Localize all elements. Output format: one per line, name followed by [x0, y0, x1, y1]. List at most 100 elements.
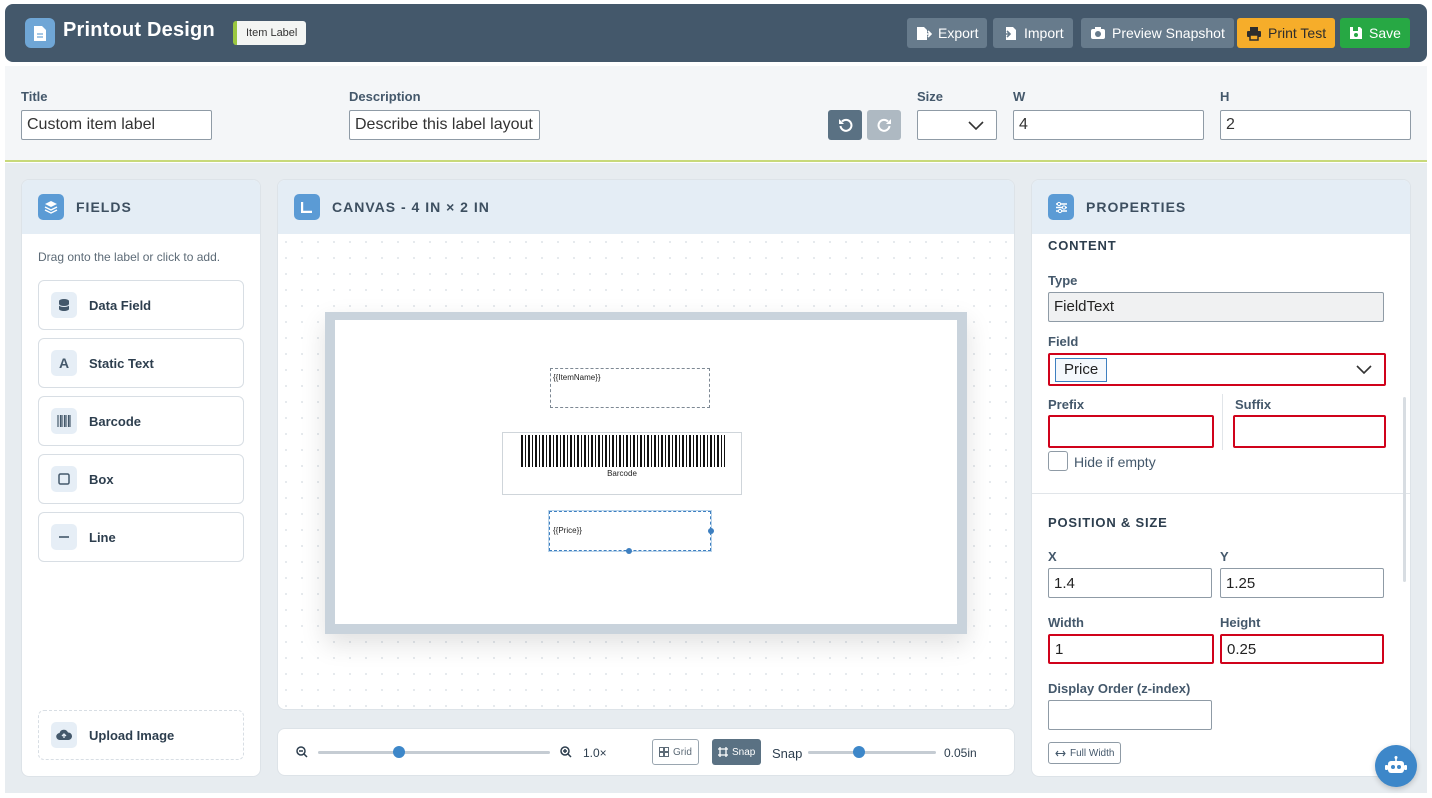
redo-icon	[877, 118, 891, 132]
label-settings-bar: Title Description Size W H	[5, 66, 1427, 162]
undo-button[interactable]	[828, 110, 862, 140]
prefix-label: Prefix	[1048, 397, 1085, 412]
field-item-barcode[interactable]: Barcode	[38, 396, 244, 446]
hide-if-empty-checkbox[interactable]	[1048, 451, 1068, 471]
properties-scrollbar[interactable]	[1403, 397, 1406, 582]
label-width-input[interactable]	[1013, 110, 1204, 140]
z-index-label: Display Order (z-index)	[1048, 681, 1191, 696]
content-section-title: CONTENT	[1048, 238, 1117, 253]
field-item-data-field[interactable]: Data Field	[38, 280, 244, 330]
canvas-element-price[interactable]: {{Price}}	[549, 511, 714, 554]
export-icon	[917, 26, 932, 40]
snap-toggle-label: Snap	[732, 746, 756, 758]
export-label: Export	[938, 25, 979, 41]
field-item-label: Static Text	[89, 355, 154, 371]
barcode-bars	[521, 435, 725, 467]
import-button[interactable]: Import	[993, 18, 1073, 48]
print-test-label: Print Test	[1268, 25, 1327, 41]
print-test-button[interactable]: Print Test	[1237, 18, 1336, 48]
suffix-input[interactable]	[1233, 415, 1386, 448]
canvas-panel-title: CANVAS - 4 IN × 2 IN	[332, 199, 490, 215]
full-width-button[interactable]: Full Width	[1048, 742, 1122, 764]
database-icon	[51, 292, 77, 318]
sliders-icon	[1048, 194, 1074, 220]
workspace: FIELDS Drag onto the label or click to a…	[5, 163, 1427, 793]
field-select[interactable]: Price	[1048, 353, 1386, 386]
fields-panel: FIELDS Drag onto the label or click to a…	[21, 179, 261, 777]
redo-button[interactable]	[867, 110, 901, 140]
zoom-in-icon[interactable]	[560, 746, 572, 758]
resize-handle-bottom[interactable]	[626, 548, 632, 554]
zoom-slider[interactable]	[318, 751, 550, 754]
upload-image-button[interactable]: Upload Image	[38, 710, 244, 760]
preview-snapshot-label: Preview Snapshot	[1112, 25, 1225, 41]
upload-image-label: Upload Image	[89, 727, 175, 743]
prefix-suffix-divider	[1222, 394, 1223, 450]
app-header: Printout Design Item Label Export Import…	[5, 4, 1427, 62]
preview-snapshot-button[interactable]: Preview Snapshot	[1081, 18, 1234, 48]
prefix-input[interactable]	[1048, 415, 1214, 448]
size-label: Size	[917, 89, 944, 104]
import-label: Import	[1024, 25, 1064, 41]
app-title: Printout Design	[63, 19, 215, 41]
height-label: Height	[1220, 615, 1261, 630]
save-button[interactable]: Save	[1340, 18, 1410, 48]
line-icon	[51, 524, 77, 550]
width-input[interactable]	[1048, 634, 1214, 664]
canvas-element-barcode[interactable]: Barcode	[502, 432, 742, 495]
grid-label: Grid	[673, 746, 692, 758]
export-button[interactable]: Export	[907, 18, 988, 48]
properties-panel-title: PROPERTIES	[1086, 199, 1187, 215]
field-item-line[interactable]: Line	[38, 512, 244, 562]
width-label: Width	[1048, 615, 1084, 630]
zoom-out-icon[interactable]	[296, 746, 308, 758]
resize-handle-right[interactable]	[708, 528, 714, 534]
snap-value: 0.05in	[944, 746, 977, 760]
layers-icon	[38, 194, 64, 220]
zoom-value: 1.0×	[583, 746, 607, 760]
barcode-caption: Barcode	[607, 469, 637, 478]
grid-toggle-button[interactable]: Grid	[652, 739, 699, 765]
cloud-upload-icon	[51, 722, 77, 748]
snap-slider[interactable]	[808, 751, 936, 754]
type-badge: Item Label	[233, 21, 307, 45]
field-item-label: Box	[89, 471, 114, 487]
z-index-input[interactable]	[1048, 700, 1212, 730]
properties-scroll-area[interactable]: CONTENT Type FieldText Field Price Prefi…	[1032, 234, 1410, 776]
undo-icon	[838, 118, 852, 132]
field-item-static-text[interactable]: A Static Text	[38, 338, 244, 388]
assistant-button[interactable]	[1375, 745, 1417, 787]
document-icon	[25, 18, 55, 48]
field-label: Field	[1048, 334, 1079, 349]
canvas-panel-header: CANVAS - 4 IN × 2 IN	[278, 180, 1014, 234]
height-input[interactable]	[1220, 634, 1384, 664]
full-width-label: Full Width	[1070, 747, 1115, 759]
barcode-icon	[51, 408, 77, 434]
fields-hint: Drag onto the label or click to add.	[38, 250, 221, 264]
floppy-icon	[1350, 27, 1362, 39]
x-input[interactable]	[1048, 568, 1212, 598]
price-placeholder: {{Price}}	[553, 526, 582, 535]
size-select[interactable]	[917, 110, 997, 140]
field-item-box[interactable]: Box	[38, 454, 244, 504]
title-input[interactable]	[21, 110, 212, 140]
design-canvas[interactable]: {{ItemName}} Barcode {{Price}}	[278, 234, 1014, 709]
field-select-value: Price	[1055, 358, 1108, 382]
label-height-input[interactable]	[1220, 110, 1411, 140]
canvas-element-item-name[interactable]: {{ItemName}}	[550, 368, 710, 408]
title-label: Title	[21, 89, 48, 104]
ruler-icon	[294, 194, 320, 220]
description-label: Description	[349, 89, 421, 104]
label-sheet[interactable]: {{ItemName}} Barcode {{Price}}	[335, 320, 957, 624]
zoom-slider-thumb[interactable]	[393, 746, 406, 758]
hide-if-empty-label: Hide if empty	[1074, 454, 1156, 470]
snap-slider-thumb[interactable]	[853, 746, 866, 758]
y-input[interactable]	[1220, 568, 1384, 598]
section-divider	[1032, 493, 1410, 494]
grid-icon	[659, 747, 669, 757]
item-name-placeholder: {{ItemName}}	[553, 373, 601, 382]
chevron-down-icon	[968, 121, 984, 130]
snap-toggle-button[interactable]: Snap	[712, 739, 762, 765]
snap-label: Snap	[772, 746, 803, 761]
description-input[interactable]	[349, 110, 540, 140]
